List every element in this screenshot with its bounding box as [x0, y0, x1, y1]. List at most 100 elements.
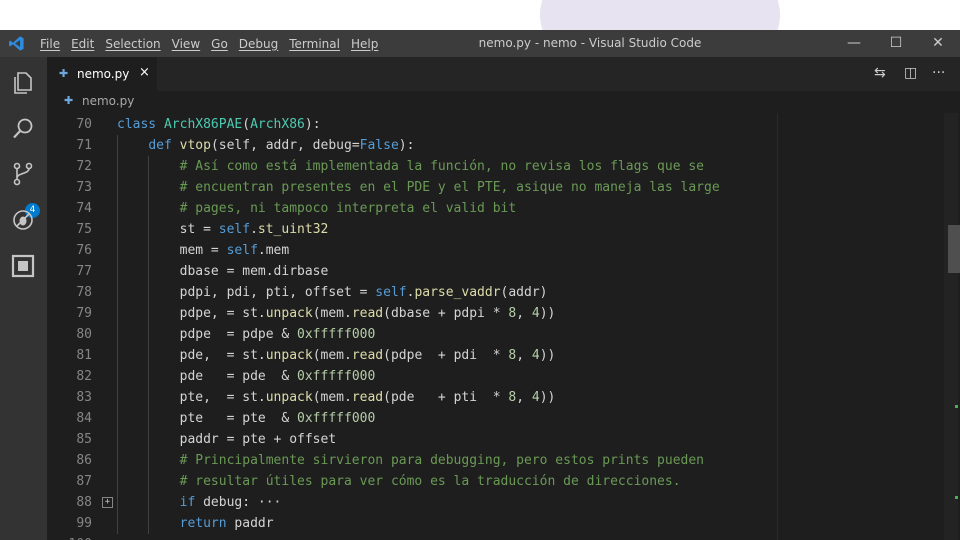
- code-text: # resultar útiles para ver cómo es la tr…: [179, 474, 681, 489]
- indent-guide: [148, 282, 150, 303]
- code-line[interactable]: 82 pde = pde & 0xfffff000: [47, 366, 787, 387]
- indent-guide: [148, 240, 150, 261]
- code-line[interactable]: 80 pdpe = pdpe & 0xfffff000: [47, 324, 787, 345]
- change-marker: [955, 405, 958, 408]
- indent-guide: [117, 282, 118, 303]
- line-number: 84: [76, 411, 92, 426]
- vertical-scrollbar[interactable]: [944, 113, 958, 540]
- close-button[interactable]: ✕: [918, 30, 958, 57]
- indent-guide: [117, 219, 118, 240]
- menu-edit[interactable]: Edit: [71, 37, 94, 51]
- code-line[interactable]: 76 mem = self.mem: [47, 240, 787, 261]
- code-text: return paddr: [179, 516, 274, 531]
- code-line[interactable]: 74 # pages, ni tampoco interpreta el vali…: [47, 198, 787, 219]
- indent-guide: [148, 387, 150, 408]
- code-line[interactable]: 85 paddr = pte + offset: [47, 429, 787, 450]
- indent-guide: [117, 492, 118, 513]
- search-icon[interactable]: [10, 116, 36, 142]
- menu-help[interactable]: Help: [351, 37, 378, 51]
- line-number: 100: [47, 534, 92, 540]
- menu-view[interactable]: View: [172, 37, 200, 51]
- split-editor-icon[interactable]: ◫: [904, 65, 917, 81]
- code-line[interactable]: 70 class ArchX86PAE(ArchX86):: [47, 114, 787, 135]
- indent-guide: [117, 345, 118, 366]
- code-text: # Principalmente sirvieron para debuggin…: [179, 453, 705, 468]
- maximize-button[interactable]: ☐: [876, 30, 916, 57]
- code-text: pte, = st.unpack(mem.read(pde + pti * 8,…: [179, 390, 556, 405]
- menu-debug[interactable]: Debug: [239, 37, 278, 51]
- indent-guide: [117, 513, 118, 534]
- breadcrumb: ✚ nemo.py: [47, 91, 960, 113]
- indent-guide: [148, 366, 150, 387]
- menu-file[interactable]: File: [40, 37, 60, 51]
- code-line[interactable]: 75 st = self.st_uint32: [47, 219, 787, 240]
- menu-selection[interactable]: Selection: [105, 37, 160, 51]
- line-number: 82: [76, 369, 92, 384]
- line-number: 88: [76, 495, 92, 510]
- code-text: # Así como está implementada la función,…: [179, 159, 705, 174]
- line-number: 81: [76, 348, 92, 363]
- tab-nemo-py[interactable]: ✚ nemo.py ×: [47, 57, 157, 91]
- indent-guide: [148, 219, 150, 240]
- indent-guide: [117, 324, 118, 345]
- indent-guide: [148, 450, 150, 471]
- code-line[interactable]: 88 + if debug: ···: [47, 492, 787, 513]
- code-line[interactable]: 78 pdpi, pdi, pti, offset = self.parse_va…: [47, 282, 787, 303]
- code-line[interactable]: 72 # Así como está implementada la funció…: [47, 156, 787, 177]
- indent-guide: [148, 324, 150, 345]
- vscode-window: File Edit Selection View Go Debug Termin…: [0, 30, 960, 540]
- menu-terminal[interactable]: Terminal: [289, 37, 340, 51]
- open-changes-icon[interactable]: ⇆: [874, 65, 886, 81]
- tab-close-icon[interactable]: ×: [139, 65, 150, 80]
- code-editor[interactable]: 70 class ArchX86PAE(ArchX86): 71 def vtop(s…: [47, 113, 960, 540]
- code-line[interactable]: 71 def vtop(self, addr, debug=False):: [47, 135, 787, 156]
- indent-guide: [148, 261, 150, 282]
- indent-guide: [117, 156, 118, 177]
- code-line[interactable]: 99 return paddr: [47, 513, 787, 534]
- menu-go[interactable]: Go: [211, 37, 228, 51]
- minimize-button[interactable]: —: [834, 30, 874, 57]
- indent-guide: [117, 387, 118, 408]
- code-line[interactable]: 83 pte, = st.unpack(mem.read(pde + pti * …: [47, 387, 787, 408]
- code-text: dbase = mem.dirbase: [179, 264, 329, 279]
- indent-guide: [148, 198, 150, 219]
- vscode-logo-icon: [9, 36, 24, 51]
- code-line[interactable]: 79 pdpe, = st.unpack(mem.read(dbase + pdp…: [47, 303, 787, 324]
- indent-guide: [148, 177, 150, 198]
- code-text: st = self.st_uint32: [179, 222, 329, 237]
- more-actions-icon[interactable]: ···: [932, 65, 945, 81]
- code-line[interactable]: 81 pde, = st.unpack(mem.read(pdpe + pdi *…: [47, 345, 787, 366]
- code-line[interactable]: 87 # resultar útiles para ver cómo es la …: [47, 471, 787, 492]
- breadcrumb-file[interactable]: nemo.py: [82, 94, 134, 108]
- line-number: 99: [76, 516, 92, 531]
- indent-guide: [148, 492, 150, 513]
- line-number: 70: [76, 117, 92, 132]
- indent-guide: [117, 177, 118, 198]
- code-line[interactable]: 73 # encuentran presentes en el PDE y el …: [47, 177, 787, 198]
- indent-guide: [148, 156, 150, 177]
- menu-bar: File Edit Selection View Go Debug Termin…: [40, 30, 389, 57]
- scrollbar-thumb[interactable]: [948, 225, 960, 273]
- code-line[interactable]: 86 # Principalmente sirvieron para debugg…: [47, 450, 787, 471]
- code-text: # pages, ni tampoco interpreta el valid …: [179, 201, 517, 216]
- extensions-icon[interactable]: [10, 253, 36, 279]
- fold-expand-icon[interactable]: +: [102, 497, 113, 508]
- indent-guide: [117, 135, 118, 156]
- source-control-icon[interactable]: [10, 161, 36, 187]
- code-text: pdpi, pdi, pti, offset = self.parse_vadd…: [179, 285, 548, 300]
- indent-guide: [117, 429, 118, 450]
- code-line[interactable]: 77 dbase = mem.dirbase: [47, 261, 787, 282]
- code-line[interactable]: 100: [47, 534, 787, 540]
- activity-bar: 4: [0, 57, 47, 540]
- debug-icon[interactable]: [10, 207, 36, 233]
- code-text: def vtop(self, addr, debug=False):: [148, 138, 415, 153]
- code-text: paddr = pte + offset: [179, 432, 337, 447]
- line-number: 85: [76, 432, 92, 447]
- indent-guide: [117, 471, 118, 492]
- code-text: class ArchX86PAE(ArchX86):: [117, 117, 321, 132]
- indent-guide: [148, 408, 150, 429]
- explorer-icon[interactable]: [10, 70, 36, 96]
- indent-guide: [117, 198, 118, 219]
- code-line[interactable]: 84 pte = pte & 0xfffff000: [47, 408, 787, 429]
- code-text: mem = self.mem: [179, 243, 290, 258]
